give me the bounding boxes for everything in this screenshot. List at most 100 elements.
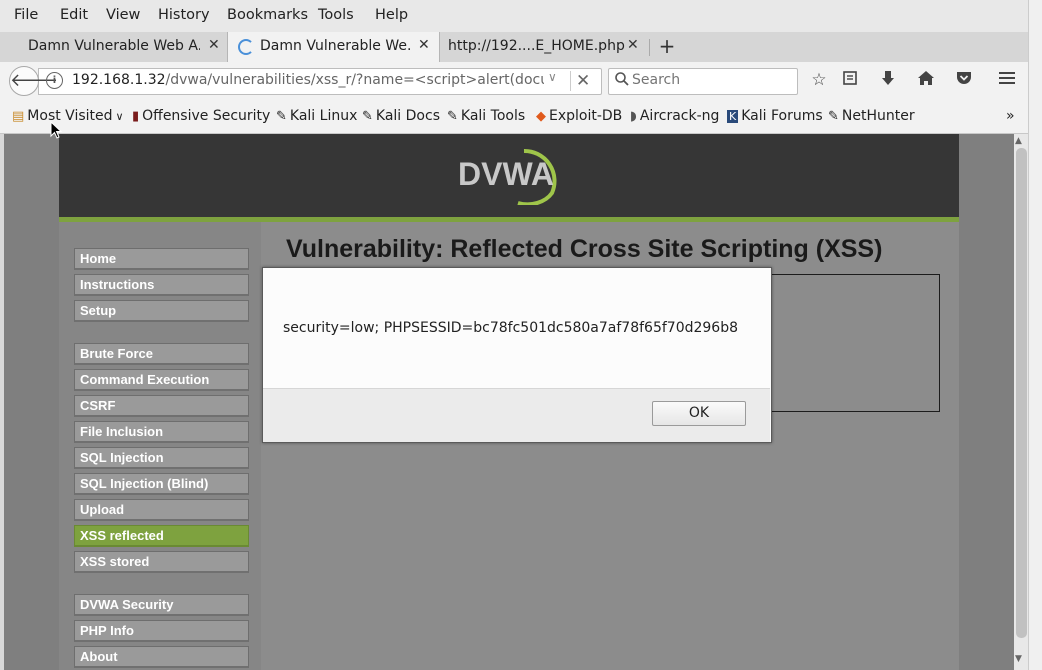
- nav-about[interactable]: About: [74, 646, 249, 668]
- nav-home[interactable]: Home: [74, 248, 249, 270]
- vulnerable-form-box: [766, 274, 940, 412]
- reading-list-icon[interactable]: [839, 70, 861, 91]
- home-icon[interactable]: [915, 70, 937, 91]
- tab-dvwa-active[interactable]: Damn Vulnerable We... ✕: [227, 32, 440, 63]
- kali-icon: ✎: [362, 109, 373, 124]
- logo-text: DVWA: [458, 156, 554, 192]
- page-title: Vulnerability: Reflected Cross Site Scri…: [286, 235, 883, 263]
- bookmark-label: Kali Tools: [460, 108, 526, 124]
- menu-view[interactable]: View: [106, 7, 140, 23]
- bookmark-kali-docs[interactable]: ✎ Kali Docs: [362, 108, 440, 124]
- bookmark-label: Kali Forums: [741, 108, 823, 124]
- close-icon[interactable]: ✕: [627, 37, 639, 53]
- nav-label: Command Execution: [80, 372, 210, 387]
- url-host: 192.168.1.32: [72, 72, 166, 88]
- nav-file-inclusion[interactable]: File Inclusion: [74, 421, 249, 443]
- bookmark-label: NetHunter: [841, 108, 915, 124]
- bookmark-nethunter[interactable]: ✎ NetHunter: [828, 108, 915, 124]
- nav-php-info[interactable]: PHP Info: [74, 620, 249, 642]
- nav-label: CSRF: [80, 398, 116, 413]
- menu-tools[interactable]: Tools: [318, 7, 354, 23]
- folder-icon: ▤: [12, 109, 25, 124]
- tab-dvwa-1[interactable]: Damn Vulnerable Web A... ✕: [10, 32, 226, 62]
- overflow-chevron-icon[interactable]: »: [1006, 108, 1015, 124]
- info-icon[interactable]: i: [46, 72, 63, 89]
- bookmark-label: Most Visited: [27, 108, 113, 124]
- kali-forums-icon: K: [727, 110, 739, 123]
- nav-dvwa-security[interactable]: DVWA Security: [74, 594, 249, 616]
- nav-label: XSS stored: [80, 554, 150, 569]
- close-icon[interactable]: ✕: [576, 71, 590, 91]
- nav-label: Instructions: [80, 277, 155, 292]
- nav-label: Setup: [80, 303, 117, 318]
- nav-label: Brute Force: [80, 346, 153, 361]
- scroll-down-icon[interactable]: ▼: [1015, 654, 1022, 664]
- url-text[interactable]: 192.168.1.32/dvwa/vulnerabilities/xss_r/…: [72, 72, 544, 88]
- window-edge: [1028, 0, 1042, 670]
- nav-label: DVWA Security: [80, 597, 174, 612]
- scroll-up-icon[interactable]: ▲: [1015, 136, 1022, 146]
- url-divider: [570, 71, 571, 91]
- mouse-cursor-icon: [50, 120, 63, 139]
- bookmark-most-visited[interactable]: ▤ Most Visited ∨: [12, 108, 124, 124]
- back-button[interactable]: 🡐: [9, 66, 58, 96]
- kali-icon: ✎: [276, 109, 287, 124]
- bookmark-label: Offensive Security: [142, 108, 271, 124]
- tab-title: http://192....E_HOME.php: [448, 38, 625, 54]
- menu-edit[interactable]: Edit: [60, 7, 88, 23]
- search-icon: [614, 71, 630, 91]
- nav-label: File Inclusion: [80, 424, 164, 439]
- alert-message: security=low; PHPSESSID=bc78fc501dc580a7…: [283, 320, 739, 336]
- chevron-down-icon: ∨: [115, 110, 124, 123]
- nav-label: SQL Injection: [80, 450, 164, 465]
- nav-sql-injection-blind[interactable]: SQL Injection (Blind): [74, 473, 249, 495]
- nav-label: XSS reflected: [80, 528, 164, 543]
- dvwa-logo: DVWA: [456, 143, 566, 207]
- close-icon[interactable]: ✕: [418, 37, 430, 53]
- bookmark-exploit-db[interactable]: ◆ Exploit-DB: [536, 108, 622, 124]
- menu-bar: File Edit View History Bookmarks Tools H…: [0, 0, 1028, 32]
- nav-upload[interactable]: Upload: [74, 499, 249, 521]
- url-path: /dvwa/vulnerabilities/xss_r/?name=<scrip…: [165, 72, 544, 88]
- loading-spinner-icon: [238, 39, 254, 55]
- new-tab-button[interactable]: +: [656, 36, 678, 58]
- menu-help[interactable]: Help: [375, 7, 408, 23]
- menu-file[interactable]: File: [14, 7, 38, 23]
- tab-php-page[interactable]: http://192....E_HOME.php ✕: [439, 32, 649, 62]
- nav-brute-force[interactable]: Brute Force: [74, 343, 249, 365]
- star-icon[interactable]: ☆: [808, 70, 830, 90]
- bookmark-kali-linux[interactable]: ✎ Kali Linux: [276, 108, 357, 124]
- nav-command-execution[interactable]: Command Execution: [74, 369, 249, 391]
- ok-button[interactable]: OK: [652, 401, 746, 426]
- close-icon[interactable]: ✕: [208, 37, 220, 53]
- nav-xss-stored[interactable]: XSS stored: [74, 551, 249, 573]
- nav-csrf[interactable]: CSRF: [74, 395, 249, 417]
- kali-icon: ✎: [447, 109, 458, 124]
- aircrack-icon: ◗: [630, 109, 637, 124]
- bookmark-label: Aircrack-ng: [639, 108, 720, 124]
- bookmark-label: Kali Docs: [375, 108, 440, 124]
- menu-history[interactable]: History: [158, 7, 210, 23]
- bookmark-kali-tools[interactable]: ✎ Kali Tools: [447, 108, 525, 124]
- bookmark-label: Exploit-DB: [549, 108, 623, 124]
- nav-sql-injection[interactable]: SQL Injection: [74, 447, 249, 469]
- nav-instructions[interactable]: Instructions: [74, 274, 249, 296]
- chevron-down-icon[interactable]: ∨: [548, 70, 557, 84]
- tab-title: Damn Vulnerable We...: [260, 38, 410, 54]
- nav-setup[interactable]: Setup: [74, 300, 249, 322]
- offsec-icon: ▮: [132, 109, 140, 124]
- tab-strip: Damn Vulnerable Web A... ✕ Damn Vulnerab…: [0, 32, 1028, 63]
- bookmark-offensive-security[interactable]: ▮ Offensive Security: [132, 108, 270, 124]
- hamburger-menu-icon[interactable]: [996, 70, 1018, 91]
- nav-label: Upload: [80, 502, 125, 517]
- tab-divider: [649, 39, 650, 56]
- pocket-icon[interactable]: [953, 70, 975, 91]
- scrollbar-thumb[interactable]: [1016, 148, 1027, 638]
- nav-xss-reflected[interactable]: XSS reflected: [74, 525, 249, 547]
- exploitdb-icon: ◆: [536, 109, 546, 124]
- download-icon[interactable]: [877, 70, 899, 92]
- bookmark-kali-forums[interactable]: K Kali Forums: [727, 108, 823, 124]
- menu-bookmarks[interactable]: Bookmarks: [227, 7, 308, 23]
- bookmark-aircrack[interactable]: ◗ Aircrack-ng: [630, 108, 719, 124]
- search-input[interactable]: [632, 72, 792, 88]
